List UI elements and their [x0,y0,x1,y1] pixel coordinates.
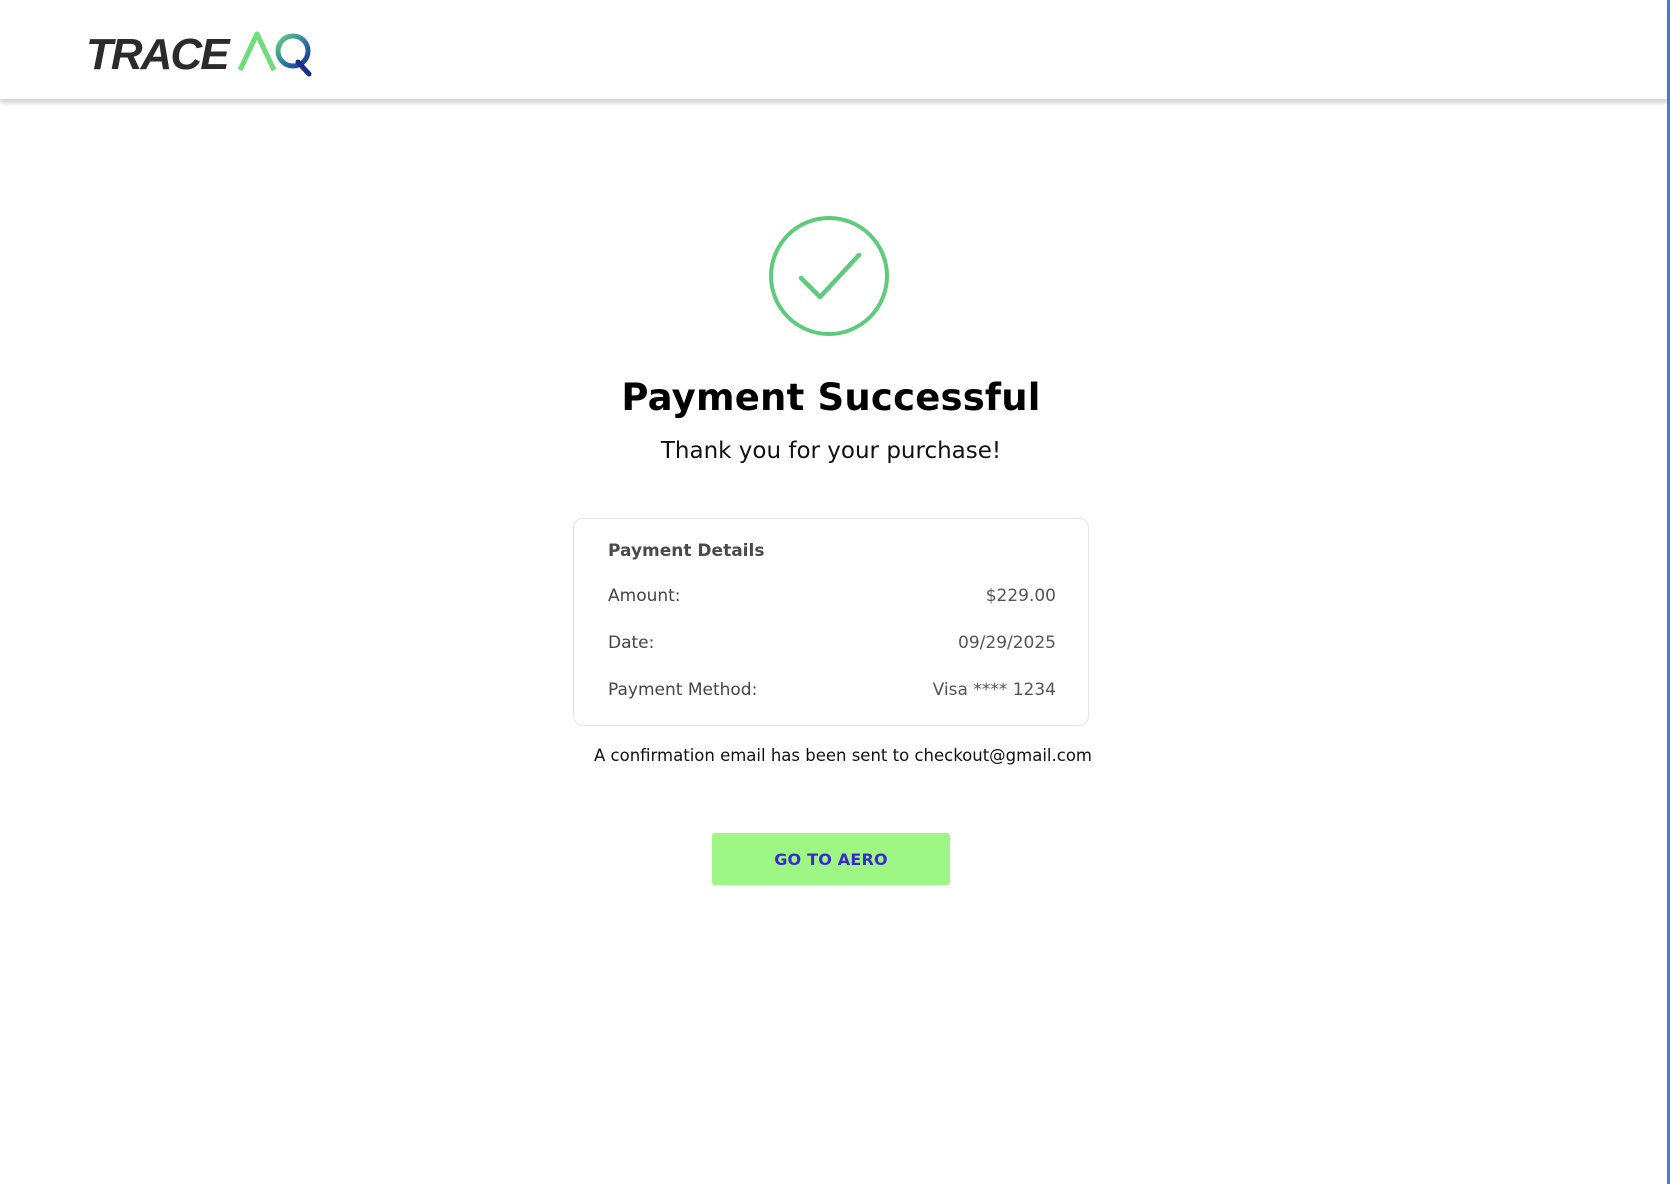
detail-label: Amount: [608,586,681,606]
logo-text: TRACE [86,30,230,79]
detail-label: Payment Method: [608,680,758,700]
detail-row-amount: Amount: $229.00 [608,586,1056,606]
detail-value: Visa **** 1234 [932,680,1056,700]
confirmation-email-text: A confirmation email has been sent to ch… [594,746,1092,765]
detail-value: $229.00 [985,586,1056,606]
detail-label: Date: [608,633,655,653]
logo-mark-aq [237,28,316,82]
detail-value: 09/29/2025 [958,633,1056,653]
top-header: TRACE [0,0,1667,100]
check-circle-icon [767,214,891,338]
detail-row-payment-method: Payment Method: Visa **** 1234 [608,680,1056,700]
payment-success-page: TRACE Payment Successful Thank you for y… [0,0,1670,1184]
page-title: Payment Successful [621,376,1041,419]
go-to-aero-button[interactable]: GO TO AERO [712,833,950,885]
detail-row-date: Date: 09/29/2025 [608,633,1056,653]
trace-aq-logo[interactable]: TRACE [86,28,316,82]
page-subtitle: Thank you for your purchase! [660,438,1002,464]
payment-details-heading: Payment Details [608,541,765,561]
payment-details-card: Payment Details Amount: $229.00 Date: 09… [573,518,1089,726]
